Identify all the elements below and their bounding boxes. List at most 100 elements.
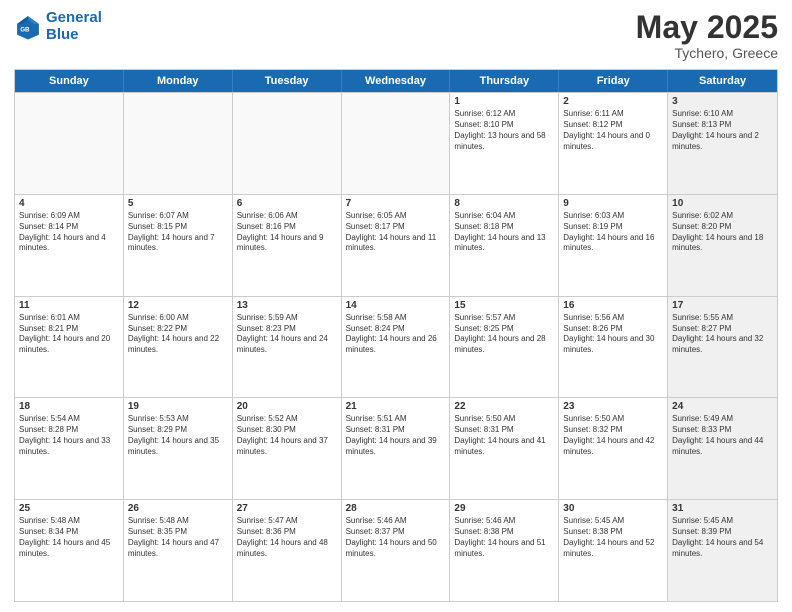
day-cell-27: 27 Sunrise: 5:47 AM Sunset: 8:36 PM Dayli… (233, 500, 342, 601)
empty-cell (233, 93, 342, 194)
day-cell-28: 28Sunrise: 5:46 AM Sunset: 8:37 PM Dayli… (342, 500, 451, 601)
day-cell-5: 5 Sunrise: 6:07 AM Sunset: 8:15 PM Daylig… (124, 195, 233, 296)
day-number: 21 (346, 401, 446, 412)
day-cell-2: 2 Sunrise: 6:11 AM Sunset: 8:12 PM Daylig… (559, 93, 668, 194)
day-cell-24: 24 Sunrise: 5:49 AM Sunset: 8:33 PM Dayli… (668, 398, 777, 499)
day-number: 2 (563, 96, 663, 107)
day-cell-21: 21 Sunrise: 5:51 AM Sunset: 8:31 PM Dayli… (342, 398, 451, 499)
svg-text:GB: GB (20, 26, 30, 33)
day-cell-9: 9 Sunrise: 6:03 AM Sunset: 8:19 PM Daylig… (559, 195, 668, 296)
day-number: 24 (672, 401, 773, 412)
header: GB General Blue May 2025 Tychero, Greece (14, 10, 778, 61)
day-info: Sunrise: 5:55 AM Sunset: 8:27 PM Dayligh… (672, 313, 773, 356)
weekday-header-saturday: Saturday (668, 70, 777, 92)
day-info: Sunrise: 6:09 AM Sunset: 8:14 PM Dayligh… (19, 211, 119, 254)
day-number: 4 (19, 198, 119, 209)
day-cell-14: 14 Sunrise: 5:58 AM Sunset: 8:24 PM Dayli… (342, 297, 451, 398)
day-cell-20: 20 Sunrise: 5:52 AM Sunset: 8:30 PM Dayli… (233, 398, 342, 499)
day-info: Sunrise: 5:50 AM Sunset: 8:32 PM Dayligh… (563, 414, 663, 457)
day-cell-22: 22 Sunrise: 5:50 AM Sunset: 8:31 PM Dayli… (450, 398, 559, 499)
weekday-header-friday: Friday (559, 70, 668, 92)
calendar-row-5: 25Sunrise: 5:48 AM Sunset: 8:34 PM Dayli… (15, 499, 777, 601)
weekday-header-wednesday: Wednesday (342, 70, 451, 92)
day-number: 29 (454, 503, 554, 514)
day-cell-6: 6 Sunrise: 6:06 AM Sunset: 8:16 PM Daylig… (233, 195, 342, 296)
day-number: 15 (454, 300, 554, 311)
day-info: Sunrise: 6:02 AM Sunset: 8:20 PM Dayligh… (672, 211, 773, 254)
day-number: 5 (128, 198, 228, 209)
day-cell-12: 12Sunrise: 6:00 AM Sunset: 8:22 PM Dayli… (124, 297, 233, 398)
day-number: 25 (19, 503, 119, 514)
day-cell-3: 3 Sunrise: 6:10 AM Sunset: 8:13 PM Daylig… (668, 93, 777, 194)
day-info: Sunrise: 5:59 AM Sunset: 8:23 PM Dayligh… (237, 313, 337, 356)
calendar-body: 1Sunrise: 6:12 AM Sunset: 8:10 PM Daylig… (15, 92, 777, 601)
day-info: Sunrise: 5:54 AM Sunset: 8:28 PM Dayligh… (19, 414, 119, 457)
calendar-row-1: 1Sunrise: 6:12 AM Sunset: 8:10 PM Daylig… (15, 92, 777, 194)
day-cell-7: 7Sunrise: 6:05 AM Sunset: 8:17 PM Daylig… (342, 195, 451, 296)
day-info: Sunrise: 6:11 AM Sunset: 8:12 PM Dayligh… (563, 109, 663, 152)
day-number: 23 (563, 401, 663, 412)
day-number: 16 (563, 300, 663, 311)
weekday-header-sunday: Sunday (15, 70, 124, 92)
day-number: 13 (237, 300, 337, 311)
day-info: Sunrise: 5:52 AM Sunset: 8:30 PM Dayligh… (237, 414, 337, 457)
day-cell-18: 18Sunrise: 5:54 AM Sunset: 8:28 PM Dayli… (15, 398, 124, 499)
day-number: 3 (672, 96, 773, 107)
day-number: 26 (128, 503, 228, 514)
calendar-header: SundayMondayTuesdayWednesdayThursdayFrid… (15, 70, 777, 92)
day-info: Sunrise: 5:46 AM Sunset: 8:38 PM Dayligh… (454, 516, 554, 559)
weekday-header-tuesday: Tuesday (233, 70, 342, 92)
day-info: Sunrise: 5:45 AM Sunset: 8:38 PM Dayligh… (563, 516, 663, 559)
empty-cell (342, 93, 451, 194)
day-cell-17: 17 Sunrise: 5:55 AM Sunset: 8:27 PM Dayli… (668, 297, 777, 398)
day-number: 6 (237, 198, 337, 209)
day-info: Sunrise: 5:48 AM Sunset: 8:35 PM Dayligh… (128, 516, 228, 559)
day-info: Sunrise: 6:04 AM Sunset: 8:18 PM Dayligh… (454, 211, 554, 254)
day-cell-31: 31Sunrise: 5:45 AM Sunset: 8:39 PM Dayli… (668, 500, 777, 601)
day-info: Sunrise: 5:47 AM Sunset: 8:36 PM Dayligh… (237, 516, 337, 559)
day-cell-25: 25Sunrise: 5:48 AM Sunset: 8:34 PM Dayli… (15, 500, 124, 601)
day-info: Sunrise: 5:49 AM Sunset: 8:33 PM Dayligh… (672, 414, 773, 457)
day-info: Sunrise: 5:50 AM Sunset: 8:31 PM Dayligh… (454, 414, 554, 457)
day-number: 7 (346, 198, 446, 209)
day-number: 27 (237, 503, 337, 514)
weekday-header-monday: Monday (124, 70, 233, 92)
weekday-header-thursday: Thursday (450, 70, 559, 92)
page: GB General Blue May 2025 Tychero, Greece… (0, 0, 792, 612)
day-number: 22 (454, 401, 554, 412)
day-number: 30 (563, 503, 663, 514)
day-cell-26: 26 Sunrise: 5:48 AM Sunset: 8:35 PM Dayli… (124, 500, 233, 601)
logo: GB General Blue (14, 10, 102, 43)
day-info: Sunrise: 6:07 AM Sunset: 8:15 PM Dayligh… (128, 211, 228, 254)
day-cell-30: 30 Sunrise: 5:45 AM Sunset: 8:38 PM Dayli… (559, 500, 668, 601)
day-info: Sunrise: 5:53 AM Sunset: 8:29 PM Dayligh… (128, 414, 228, 457)
day-info: Sunrise: 5:58 AM Sunset: 8:24 PM Dayligh… (346, 313, 446, 356)
day-info: Sunrise: 5:45 AM Sunset: 8:39 PM Dayligh… (672, 516, 773, 559)
day-info: Sunrise: 6:03 AM Sunset: 8:19 PM Dayligh… (563, 211, 663, 254)
calendar-row-2: 4 Sunrise: 6:09 AM Sunset: 8:14 PM Daylig… (15, 194, 777, 296)
day-number: 12 (128, 300, 228, 311)
day-cell-11: 11Sunrise: 6:01 AM Sunset: 8:21 PM Dayli… (15, 297, 124, 398)
day-info: Sunrise: 6:06 AM Sunset: 8:16 PM Dayligh… (237, 211, 337, 254)
day-info: Sunrise: 6:12 AM Sunset: 8:10 PM Dayligh… (454, 109, 554, 152)
day-cell-16: 16 Sunrise: 5:56 AM Sunset: 8:26 PM Dayli… (559, 297, 668, 398)
logo-text: General Blue (46, 10, 102, 43)
day-number: 14 (346, 300, 446, 311)
empty-cell (15, 93, 124, 194)
calendar-row-3: 11Sunrise: 6:01 AM Sunset: 8:21 PM Dayli… (15, 296, 777, 398)
day-info: Sunrise: 5:51 AM Sunset: 8:31 PM Dayligh… (346, 414, 446, 457)
day-number: 11 (19, 300, 119, 311)
day-number: 20 (237, 401, 337, 412)
day-number: 9 (563, 198, 663, 209)
day-info: Sunrise: 5:56 AM Sunset: 8:26 PM Dayligh… (563, 313, 663, 356)
day-cell-23: 23 Sunrise: 5:50 AM Sunset: 8:32 PM Dayli… (559, 398, 668, 499)
day-info: Sunrise: 5:46 AM Sunset: 8:37 PM Dayligh… (346, 516, 446, 559)
day-cell-15: 15Sunrise: 5:57 AM Sunset: 8:25 PM Dayli… (450, 297, 559, 398)
day-cell-1: 1Sunrise: 6:12 AM Sunset: 8:10 PM Daylig… (450, 93, 559, 194)
month-title: May 2025 (636, 10, 778, 45)
day-cell-4: 4 Sunrise: 6:09 AM Sunset: 8:14 PM Daylig… (15, 195, 124, 296)
day-cell-10: 10Sunrise: 6:02 AM Sunset: 8:20 PM Dayli… (668, 195, 777, 296)
day-number: 17 (672, 300, 773, 311)
day-info: Sunrise: 6:10 AM Sunset: 8:13 PM Dayligh… (672, 109, 773, 152)
calendar: SundayMondayTuesdayWednesdayThursdayFrid… (14, 69, 778, 602)
